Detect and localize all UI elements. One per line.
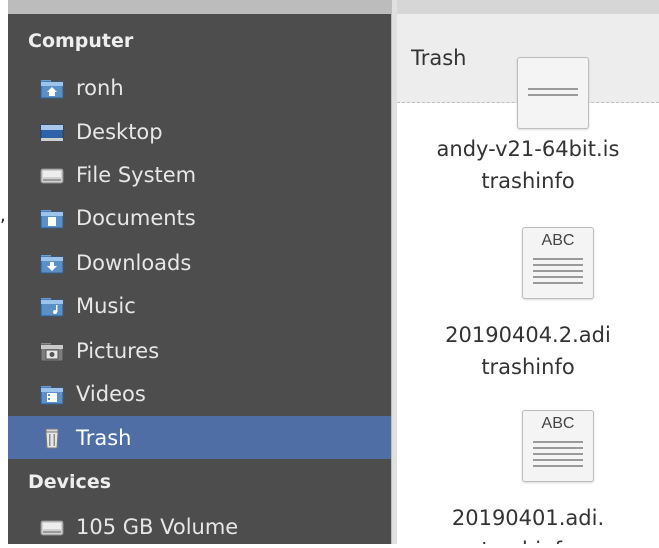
thumb-text: ABC bbox=[541, 415, 575, 432]
downloads-folder-icon bbox=[40, 255, 64, 274]
stray-mark: , bbox=[0, 205, 6, 226]
file-view: Trash andy-v21-64bit.is trashinfo ABC 20… bbox=[397, 0, 659, 544]
toolbar-edge bbox=[397, 0, 659, 14]
text-file-icon: ABC bbox=[522, 410, 594, 482]
music-folder-icon bbox=[40, 298, 64, 317]
drive-icon bbox=[40, 168, 64, 184]
file-name-line1: 20190404.2.adi bbox=[445, 323, 611, 347]
desktop-icon bbox=[40, 124, 64, 141]
sidebar-item-videos[interactable]: Videos bbox=[8, 372, 391, 415]
sidebar-item-label: Downloads bbox=[76, 251, 192, 275]
text-file-icon: ABC bbox=[522, 227, 594, 299]
videos-folder-icon bbox=[40, 386, 64, 405]
sidebar-item-label: Music bbox=[76, 294, 136, 318]
sidebar-item-file-system[interactable]: File System bbox=[8, 153, 391, 196]
sidebar-item-label: Videos bbox=[76, 382, 146, 406]
sidebar-item-desktop[interactable]: Desktop bbox=[8, 110, 391, 153]
sidebar-item-trash[interactable]: Trash bbox=[8, 416, 391, 459]
sidebar-item-label: 105 GB Volume bbox=[76, 515, 239, 539]
file-name-line2: trashinfo bbox=[481, 355, 575, 379]
sidebar-item-label: ronh bbox=[76, 76, 124, 100]
window-edge: , bbox=[0, 0, 8, 544]
sidebar-item-label: Documents bbox=[76, 206, 196, 230]
sidebar-item-label: Trash bbox=[76, 426, 132, 450]
documents-folder-icon bbox=[40, 210, 64, 229]
sidebar-item-label: File System bbox=[76, 163, 197, 187]
sidebar-item-ronh[interactable]: ronh bbox=[8, 66, 391, 109]
pictures-folder-icon bbox=[40, 343, 64, 362]
sidebar-item-music[interactable]: Music bbox=[8, 284, 391, 327]
sidebar-item-label: Pictures bbox=[76, 339, 160, 363]
thumb-text: ABC bbox=[541, 232, 575, 249]
places-sidebar: Computer ronh Desktop File System Docume… bbox=[8, 0, 391, 544]
section-header-devices: Devices bbox=[28, 471, 112, 493]
file-name-line2: trashinfo bbox=[481, 169, 575, 193]
drive-icon bbox=[40, 520, 64, 536]
sidebar-item-pictures[interactable]: Pictures bbox=[8, 329, 391, 372]
file-grid: andy-v21-64bit.is trashinfo ABC 20190404… bbox=[397, 57, 659, 544]
sidebar-item-label: Desktop bbox=[76, 120, 163, 144]
sidebar-top-edge bbox=[8, 0, 391, 14]
file-name-line1: 20190401.adi. bbox=[451, 506, 605, 530]
section-header-computer: Computer bbox=[28, 30, 134, 52]
sidebar-item-downloads[interactable]: Downloads bbox=[8, 241, 391, 284]
sidebar-item-documents[interactable]: Documents bbox=[8, 196, 391, 239]
text-file-icon bbox=[517, 57, 589, 129]
trash-icon bbox=[45, 428, 59, 449]
file-name-line1: andy-v21-64bit.is bbox=[436, 137, 620, 161]
sidebar-item-105-gb-volume[interactable]: 105 GB Volume bbox=[8, 505, 391, 548]
home-folder-icon bbox=[40, 80, 64, 99]
location-title: Trash bbox=[411, 46, 467, 70]
file-name-line2: trashinfo bbox=[397, 536, 659, 544]
